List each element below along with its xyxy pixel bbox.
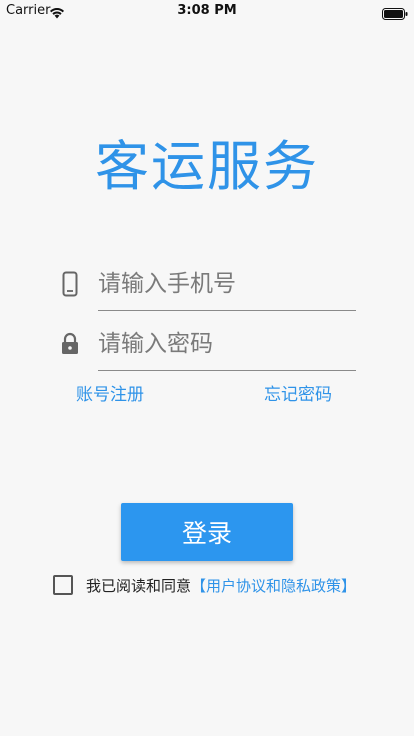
clock: 3:08 PM (177, 3, 237, 18)
user-agreement-privacy-link[interactable]: 【用户协议和隐私政策】 (191, 577, 356, 595)
agreement-text: 我已阅读和同意 (86, 577, 192, 595)
app-title: 客运服务 (95, 135, 319, 198)
status-bar: Carrier 3:08 PM (0, 0, 414, 22)
agreement-text-container: 我已阅读和同意【用户协议和隐私政策】 (86, 575, 356, 596)
register-link[interactable]: 账号注册 (76, 380, 144, 405)
phone-input-underline (98, 310, 356, 311)
phone-field-row (56, 262, 356, 312)
password-field-row (56, 322, 356, 372)
login-button[interactable]: 登录 (121, 503, 293, 561)
password-input[interactable] (98, 322, 354, 366)
agreement-checkbox[interactable] (53, 575, 73, 595)
phone-input[interactable] (98, 262, 354, 306)
battery-icon (382, 5, 408, 24)
password-input-underline (98, 370, 356, 371)
mobile-phone-icon (56, 270, 84, 298)
lock-icon (56, 330, 84, 358)
forgot-password-link[interactable]: 忘记密码 (264, 380, 332, 405)
